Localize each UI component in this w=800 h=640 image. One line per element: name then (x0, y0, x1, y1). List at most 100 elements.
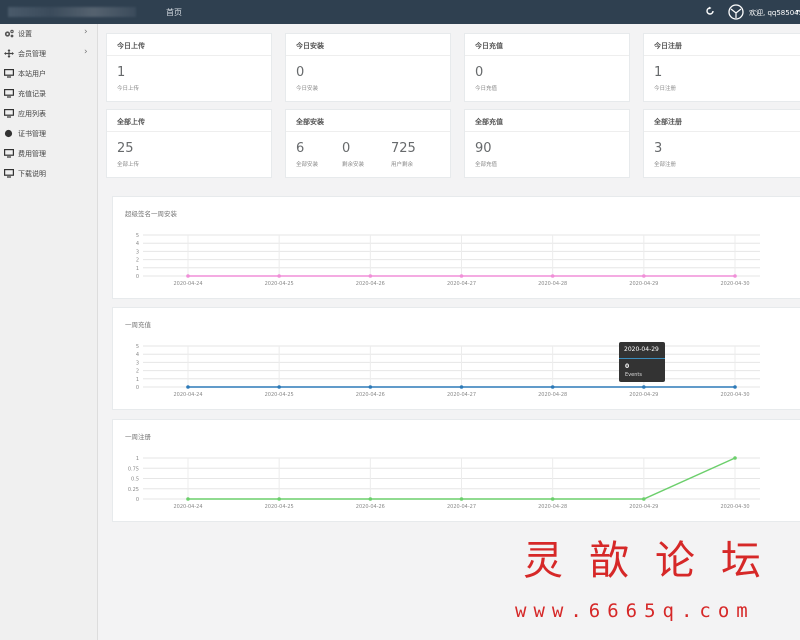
chart-tooltip: 2020-04-29 0 Events (619, 342, 665, 382)
tooltip-label: Events (625, 372, 642, 378)
stat-card-today-recharge: 今日充值 0 今日充值 (464, 33, 630, 102)
data-point (550, 385, 555, 389)
y-tick-label: 2 (136, 258, 139, 264)
monitor-icon (4, 89, 14, 98)
data-point (642, 497, 646, 501)
chart-panel-weekly-installs: 超级签名一周安装 0 1 2 3 4 5 2020-04-24 2020-04-25 2020-… (112, 196, 800, 299)
data-point (459, 385, 464, 389)
top-navbar: 首页 欢迎, qq5850457 ▾ (0, 0, 800, 24)
data-point (642, 274, 646, 278)
y-tick-label: 0.5 (131, 477, 139, 483)
nav-home-link[interactable]: 首页 (166, 7, 182, 18)
chevron-right-icon: › (84, 47, 88, 57)
card-title: 今日上传 (117, 42, 145, 50)
sidebar-item-certificates[interactable]: 证书管理 (0, 124, 97, 144)
card-title: 全部注册 (654, 118, 682, 126)
y-tick-label: 4 (136, 241, 139, 247)
x-tick-label: 2020-04-30 (720, 281, 749, 287)
data-point (186, 385, 190, 389)
sidebar-item-app-list[interactable]: 应用列表 (0, 104, 97, 124)
x-tick-label: 2020-04-25 (265, 281, 294, 287)
sidebar-item-fees[interactable]: 费用管理 (0, 144, 97, 164)
y-tick-label: 3 (136, 249, 139, 255)
sidebar-item-site-users[interactable]: 本站用户 (0, 64, 97, 84)
x-tick-label: 2020-04-24 (173, 504, 202, 510)
card-subtitle: 全部安装 (296, 162, 319, 168)
y-tick-label: 3 (136, 360, 139, 366)
sidebar-item-label: 费用管理 (18, 150, 46, 158)
data-point (277, 274, 281, 278)
stat-card-all-register: 全部注册 3 全部注册 (643, 109, 800, 178)
chevron-right-icon: › (84, 27, 88, 37)
data-point (550, 497, 555, 501)
x-tick-label: 2020-04-29 (629, 392, 658, 398)
chart-panel-weekly-register: 一周注册 0 0.25 0.5 0.75 1 2020-04-24 2020-04-25 20… (112, 419, 800, 522)
card-value-remaining-installs: 0 (342, 141, 351, 156)
x-tick-label: 2020-04-26 (356, 504, 385, 510)
y-tick-label: 1 (136, 266, 139, 272)
refresh-icon[interactable] (705, 6, 715, 16)
x-tick-label: 2020-04-24 (173, 281, 202, 287)
x-tick-label: 2020-04-27 (447, 504, 476, 510)
sidebar-item-label: 应用列表 (18, 110, 46, 118)
y-tick-label: 1 (136, 456, 139, 462)
y-tick-label: 1 (136, 377, 139, 383)
sidebar-item-label: 本站用户 (18, 70, 46, 78)
data-point (186, 497, 190, 501)
x-tick-label: 2020-04-24 (173, 392, 202, 398)
sidebar-item-download-guide[interactable]: 下载说明 (0, 164, 97, 184)
data-point (186, 274, 190, 278)
data-point (733, 385, 737, 389)
chart-weekly-register: 0 0.25 0.5 0.75 1 2020-04-24 2020-04-25 2020-04… (128, 456, 760, 510)
user-welcome-label[interactable]: 欢迎, qq5850457 (749, 8, 800, 18)
site-logo-blurred[interactable] (8, 7, 136, 17)
card-title: 今日充值 (475, 42, 503, 50)
stat-card-today-install: 今日安装 0 今日安装 (285, 33, 451, 102)
data-point (733, 274, 737, 278)
user-avatar-icon[interactable] (728, 4, 744, 20)
circle-icon (4, 129, 13, 138)
data-point (368, 385, 373, 389)
card-subtitle: 全部上传 (117, 162, 140, 168)
sidebar-item-label: 会员管理 (18, 50, 46, 58)
card-subtitle: 用户剩余 (391, 162, 414, 168)
card-title: 今日注册 (654, 42, 682, 50)
y-tick-label: 0.75 (128, 466, 139, 472)
y-tick-label: 0 (136, 497, 139, 503)
user-dropdown-icon[interactable]: ▾ (796, 8, 799, 15)
card-value-total-installs: 6 (296, 141, 305, 156)
y-tick-label: 0 (136, 274, 139, 280)
data-point (733, 456, 737, 460)
chart-panel-weekly-recharge: 一周充值 0 1 2 3 4 5 2020-04-24 2020-04-25 2020-04-2… (112, 307, 800, 410)
card-title: 全部安装 (296, 118, 324, 126)
gears-icon (4, 29, 14, 38)
card-divider (644, 131, 800, 132)
monitor-icon (4, 169, 14, 178)
sidebar-item-members[interactable]: 会员管理 › (0, 44, 97, 64)
x-tick-label: 2020-04-27 (447, 281, 476, 287)
stat-card-all-upload: 全部上传 25 全部上传 (106, 109, 272, 178)
tooltip-value: 0 (625, 363, 630, 370)
stat-card-today-upload: 今日上传 1 今日上传 (106, 33, 272, 102)
card-subtitle: 今日注册 (654, 86, 677, 92)
x-tick-label: 2020-04-27 (447, 392, 476, 398)
card-value: 0 (296, 65, 305, 80)
y-tick-label: 4 (136, 352, 139, 358)
sidebar-item-label: 下载说明 (18, 170, 46, 178)
sidebar: 设置 › 会员管理 › 本站用户 充值记录 应用列表 证书管理 费用管理 下载说… (0, 24, 98, 640)
x-tick-label: 2020-04-29 (629, 281, 658, 287)
sidebar-item-recharge-records[interactable]: 充值记录 (0, 84, 97, 104)
sidebar-item-settings[interactable]: 设置 › (0, 24, 97, 44)
watermark-text: 灵歆论坛 (523, 538, 787, 584)
stat-card-today-register: 今日注册 1 今日注册 (643, 33, 800, 102)
card-subtitle: 今日充值 (475, 86, 498, 92)
sidebar-item-label: 证书管理 (18, 130, 46, 138)
card-value: 1 (117, 65, 126, 80)
tooltip-date: 2020-04-29 (624, 346, 659, 353)
card-subtitle: 全部充值 (475, 162, 498, 168)
card-subtitle: 今日上传 (117, 86, 140, 92)
stat-card-all-recharge: 全部充值 90 全部充值 (464, 109, 630, 178)
data-point (368, 497, 373, 501)
move-icon (4, 49, 14, 58)
y-tick-label: 0.25 (128, 487, 139, 493)
